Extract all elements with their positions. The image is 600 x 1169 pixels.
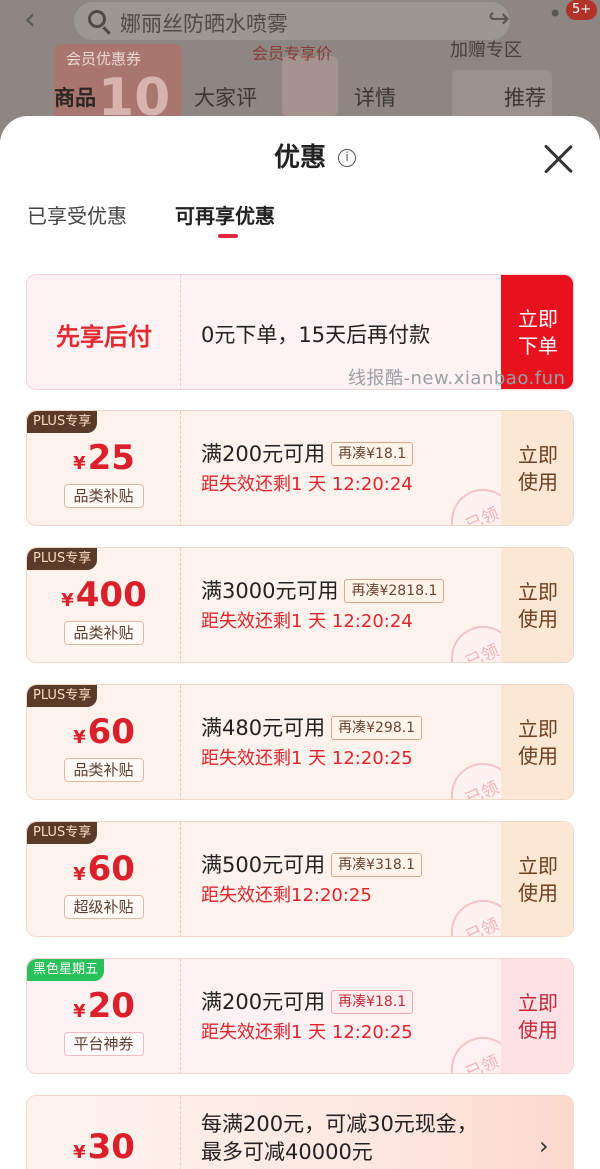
cash-offer-value: 30 bbox=[87, 1127, 135, 1167]
active-tab-indicator bbox=[218, 234, 238, 238]
tab-reviews[interactable]: 大家评 bbox=[194, 82, 257, 112]
coupon-left: PLUS专享 ¥25 品类补贴 bbox=[27, 411, 181, 525]
coupon-type: 品类补贴 bbox=[63, 758, 144, 782]
notification-badge: 5+ bbox=[566, 0, 598, 20]
coupon-threshold: 满200元可用 bbox=[201, 442, 326, 466]
coupon-left: PLUS专享 ¥60 超级补贴 bbox=[27, 822, 181, 936]
coupon-card: PLUS专享 ¥400 品类补贴 满3000元可用 再凑¥2818.1 距失效还剩… bbox=[26, 547, 574, 663]
gift-zone-label: 加赠专区 bbox=[450, 40, 522, 61]
search-text: 娜丽丝防晒水喷雾 bbox=[120, 12, 288, 36]
coupon-amount: ¥25 bbox=[27, 437, 181, 485]
search-bar[interactable]: 娜丽丝防晒水喷雾 bbox=[74, 2, 510, 40]
plus-tag: PLUS专享 bbox=[27, 685, 98, 707]
cash-offer-line-1: 每满200元，可减30元现金， bbox=[201, 1112, 478, 1136]
plus-tag: PLUS专享 bbox=[27, 822, 98, 844]
coupon-amount: ¥60 bbox=[27, 711, 181, 759]
use-now-button[interactable]: 立即使用 bbox=[501, 548, 573, 662]
remaining-amount-tag: 再凑¥18.1 bbox=[331, 990, 414, 1014]
use-now-button[interactable]: 立即使用 bbox=[501, 411, 573, 525]
tab-goods[interactable]: 商品 bbox=[54, 82, 96, 112]
tab-recommend[interactable]: 推荐 bbox=[504, 82, 546, 112]
coupon-left: PLUS专享 ¥400 品类补贴 bbox=[27, 548, 181, 662]
cash-offer-line-2: 最多可减40000元 bbox=[201, 1140, 373, 1164]
coupon-value: 20 bbox=[87, 986, 135, 1026]
coupon-card: 黑色星期五 ¥20 平台神券 满200元可用 再凑¥18.1 距失效还剩1 天 1… bbox=[26, 958, 574, 1074]
remaining-amount-tag: 再凑¥318.1 bbox=[331, 853, 423, 877]
coupon-condition: 满3000元可用 再凑¥2818.1 bbox=[201, 576, 445, 606]
coupon-expiry: 距失效还剩1 天 12:20:24 bbox=[201, 611, 413, 632]
coupon-condition: 满200元可用 再凑¥18.1 bbox=[201, 987, 414, 1017]
coupon-amount: ¥60 bbox=[27, 848, 181, 896]
cash-offer-card[interactable]: ¥30 每满200元，可减30元现金， 最多可减40000元 › bbox=[26, 1095, 574, 1169]
coupon-condition: 满480元可用 再凑¥298.1 bbox=[201, 713, 423, 743]
coupon-amount: ¥400 bbox=[27, 574, 181, 622]
coupon-threshold: 满480元可用 bbox=[201, 716, 326, 740]
coupon-card: PLUS专享 ¥25 品类补贴 满200元可用 再凑¥18.1 距失效还剩1 天 … bbox=[26, 410, 574, 526]
currency-symbol: ¥ bbox=[61, 590, 74, 611]
coupon-card: PLUS专享 ¥60 超级补贴 满500元可用 再凑¥318.1 距失效还剩12:… bbox=[26, 821, 574, 937]
coupon-left: PLUS专享 ¥60 品类补贴 bbox=[27, 685, 181, 799]
cash-offer-amount: ¥30 bbox=[27, 1126, 181, 1169]
coupon-type: 品类补贴 bbox=[63, 484, 144, 508]
coupon-value: 60 bbox=[87, 712, 135, 752]
coupon-type: 平台神券 bbox=[63, 1032, 144, 1056]
black-friday-tag: 黑色星期五 bbox=[27, 959, 105, 981]
use-now-button[interactable]: 立即使用 bbox=[501, 959, 573, 1073]
sheet-title: 优惠 bbox=[273, 143, 326, 173]
pay-later-description: 0元下单，15天后再付款 bbox=[201, 323, 431, 347]
info-icon[interactable]: i bbox=[338, 149, 356, 167]
coupon-value: 60 bbox=[87, 849, 135, 889]
coupon-condition: 满500元可用 再凑¥318.1 bbox=[201, 850, 423, 880]
member-price-label: 会员专享价 bbox=[252, 44, 333, 63]
coupon-threshold: 满200元可用 bbox=[201, 990, 326, 1014]
coupon-value: 25 bbox=[87, 438, 135, 478]
remaining-amount-tag: 再凑¥2818.1 bbox=[344, 579, 445, 603]
coupon-type: 品类补贴 bbox=[63, 621, 144, 645]
back-arrow-icon[interactable]: ‹ bbox=[24, 4, 36, 36]
coupon-expiry: 距失效还剩1 天 12:20:25 bbox=[201, 1022, 413, 1043]
coupon-left: 黑色星期五 ¥20 平台神券 bbox=[27, 959, 181, 1073]
use-now-button[interactable]: 立即使用 bbox=[501, 685, 573, 799]
tab-details[interactable]: 详情 bbox=[354, 82, 396, 112]
remaining-amount-tag: 再凑¥18.1 bbox=[331, 442, 414, 466]
currency-symbol: ¥ bbox=[73, 1001, 86, 1022]
coupon-card: PLUS专享 ¥60 品类补贴 满480元可用 再凑¥298.1 距失效还剩1 天… bbox=[26, 684, 574, 800]
member-coupon-label: 会员优惠券 bbox=[66, 50, 142, 68]
remaining-amount-tag: 再凑¥298.1 bbox=[331, 716, 423, 740]
close-button[interactable] bbox=[541, 142, 575, 176]
plus-tag: PLUS专享 bbox=[27, 548, 98, 570]
coupon-type: 超级补贴 bbox=[63, 895, 144, 919]
offers-sheet: 优惠 i 已享受优惠 可再享优惠 先享后付 0元下单，15天后再付款 立即下单 … bbox=[0, 116, 600, 1169]
cash-offer-description: 每满200元，可减30元现金， 最多可减40000元 bbox=[201, 1110, 478, 1166]
currency-symbol: ¥ bbox=[73, 1142, 86, 1163]
coupon-condition: 满200元可用 再凑¥18.1 bbox=[201, 439, 414, 469]
product-thumbnail bbox=[282, 56, 338, 116]
plus-tag: PLUS专享 bbox=[27, 411, 98, 433]
coupon-expiry: 距失效还剩12:20:25 bbox=[201, 885, 372, 906]
currency-symbol: ¥ bbox=[73, 453, 86, 474]
pay-later-title: 先享后付 bbox=[56, 323, 152, 351]
coupon-value: 400 bbox=[75, 575, 147, 615]
coupon-threshold: 满500元可用 bbox=[201, 853, 326, 877]
coupon-expiry: 距失效还剩1 天 12:20:25 bbox=[201, 748, 413, 769]
tab-more-offers[interactable]: 可再享优惠 bbox=[175, 202, 275, 230]
coupon-threshold: 满3000元可用 bbox=[201, 579, 339, 603]
cash-offer-left: ¥30 bbox=[27, 1096, 181, 1169]
chevron-right-icon[interactable]: › bbox=[539, 1132, 549, 1160]
tab-enjoyed-offers[interactable]: 已享受优惠 bbox=[27, 202, 127, 230]
currency-symbol: ¥ bbox=[73, 864, 86, 885]
currency-symbol: ¥ bbox=[73, 727, 86, 748]
use-now-button[interactable]: 立即使用 bbox=[501, 822, 573, 936]
share-icon[interactable]: ↪ bbox=[488, 4, 510, 34]
search-icon bbox=[88, 10, 106, 28]
coupon-expiry: 距失效还剩1 天 12:20:24 bbox=[201, 474, 413, 495]
pay-later-left: 先享后付 bbox=[27, 275, 181, 389]
watermark: 线报酷-new.xianbao.fun bbox=[348, 368, 566, 389]
coupon-amount: ¥20 bbox=[27, 985, 181, 1033]
